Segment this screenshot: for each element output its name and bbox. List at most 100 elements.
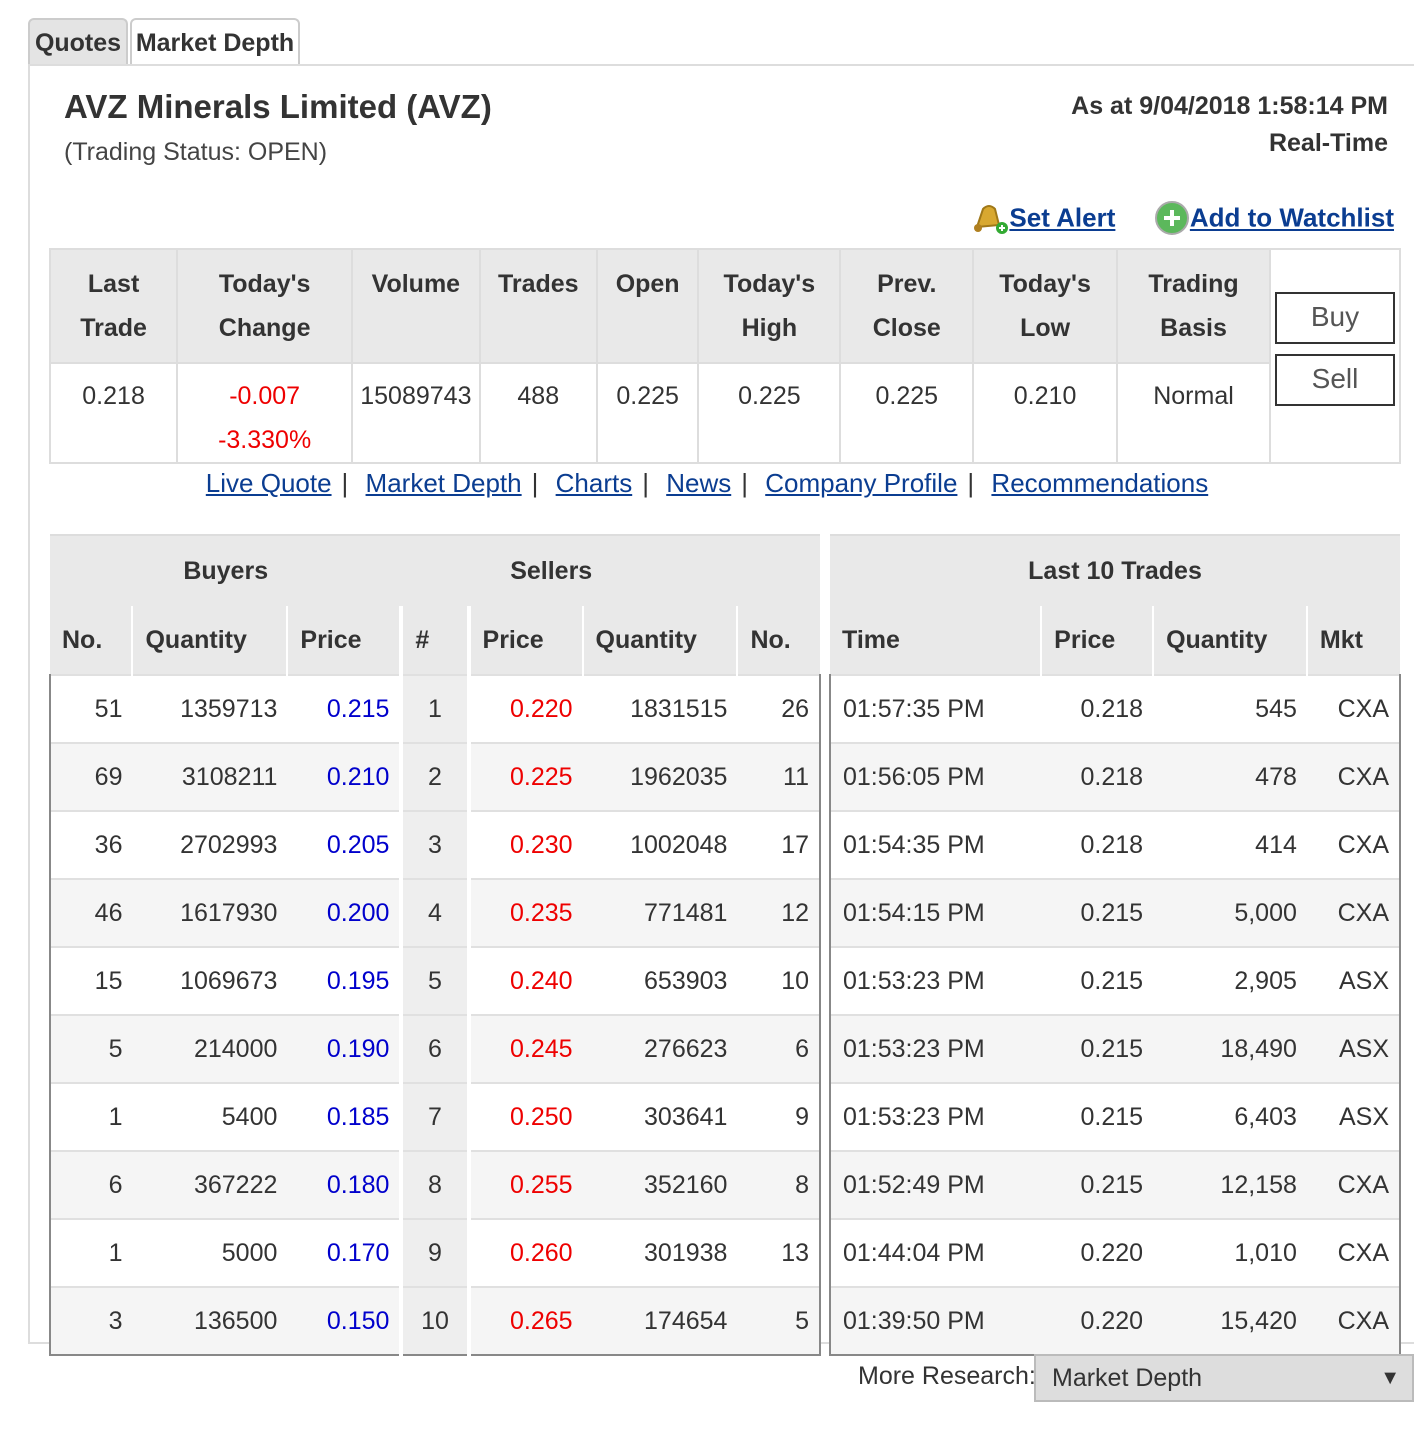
quote-value-row: 0.218 -0.007 -3.330% 15089743 488 0.225 0… xyxy=(48,362,1400,464)
set-alert-link[interactable]: Set Alert xyxy=(1009,203,1115,233)
trade-time: 01:44:04 PM xyxy=(828,1218,1042,1287)
trade-market: CXA xyxy=(1306,1286,1402,1356)
col-todays-low: Today's Low xyxy=(972,248,1119,364)
buyers-quantity-header: Quantity xyxy=(132,606,289,675)
recommendations-link[interactable]: Recommendations xyxy=(991,468,1208,498)
depth-level: 2 xyxy=(399,742,471,811)
seller-count: 13 xyxy=(737,1218,821,1287)
buyer-count: 46 xyxy=(48,878,133,947)
trade-quantity: 1,010 xyxy=(1153,1218,1307,1287)
trade-time: 01:56:05 PM xyxy=(828,742,1042,811)
col-todays-change: Today's Change xyxy=(176,248,354,364)
sellers-quantity-header: Quantity xyxy=(582,606,739,675)
trade-market: ASX xyxy=(1306,1082,1402,1151)
trade-time: 01:54:35 PM xyxy=(828,810,1042,879)
buyer-quantity: 3108211 xyxy=(132,742,288,811)
depth-level: 9 xyxy=(399,1218,471,1287)
trade-quantity: 414 xyxy=(1153,810,1307,879)
buyer-quantity: 5000 xyxy=(132,1218,288,1287)
add-to-watchlist-link[interactable]: Add to Watchlist xyxy=(1190,203,1394,233)
buyer-price: 0.215 xyxy=(287,674,402,743)
seller-quantity: 276623 xyxy=(582,1014,738,1083)
trade-price: 0.218 xyxy=(1041,810,1154,879)
as-at-datetime: As at 9/04/2018 1:58:14 PM xyxy=(1071,92,1388,120)
seller-count: 9 xyxy=(737,1082,821,1151)
trade-price: 0.220 xyxy=(1041,1218,1154,1287)
trade-time: 01:54:15 PM xyxy=(828,878,1042,947)
seller-quantity: 303641 xyxy=(582,1082,738,1151)
seller-quantity: 1962035 xyxy=(582,742,738,811)
seller-quantity: 1831515 xyxy=(582,674,738,743)
seller-quantity: 352160 xyxy=(582,1150,738,1219)
buyer-price: 0.150 xyxy=(287,1286,402,1356)
last-trade-value: 0.218 xyxy=(48,362,179,464)
market-depth-link[interactable]: Market Depth xyxy=(366,468,522,498)
trade-price: 0.215 xyxy=(1041,1014,1154,1083)
tab-quotes[interactable]: Quotes xyxy=(28,18,128,66)
trade-market: CXA xyxy=(1306,1218,1402,1287)
trade-time-header: Time xyxy=(830,606,1043,675)
news-link[interactable]: News xyxy=(666,468,731,498)
depth-level: 10 xyxy=(399,1286,471,1356)
buyer-price: 0.190 xyxy=(287,1014,402,1083)
trade-quantity: 2,905 xyxy=(1153,946,1307,1015)
trade-row: 01:56:05 PM 0.218 478 CXA xyxy=(828,742,1402,811)
level-header: # xyxy=(401,606,471,675)
trade-quantity: 12,158 xyxy=(1153,1150,1307,1219)
trade-price: 0.218 xyxy=(1041,674,1154,743)
buyer-quantity: 367222 xyxy=(132,1150,288,1219)
more-research-select[interactable]: Market Depth ▼ xyxy=(1034,1354,1414,1402)
depth-level: 5 xyxy=(399,946,471,1015)
depth-row: 69 3108211 0.210 2 0.225 1962035 11 xyxy=(48,742,821,811)
depth-level: 1 xyxy=(399,674,471,743)
trade-market: CXA xyxy=(1306,674,1402,743)
live-quote-link[interactable]: Live Quote xyxy=(206,468,332,498)
add-circle-icon[interactable] xyxy=(1154,200,1190,236)
tab-market-depth[interactable]: Market Depth xyxy=(130,18,300,66)
trading-basis-value: Normal xyxy=(1116,362,1271,464)
trade-price: 0.218 xyxy=(1041,742,1154,811)
seller-count: 10 xyxy=(737,946,821,1015)
depth-level: 7 xyxy=(399,1082,471,1151)
high-value: 0.225 xyxy=(697,362,842,464)
trade-row: 01:54:35 PM 0.218 414 CXA xyxy=(828,810,1402,879)
depth-row: 46 1617930 0.200 4 0.235 771481 12 xyxy=(48,878,821,947)
buyer-quantity: 1069673 xyxy=(132,946,288,1015)
col-todays-high: Today's High xyxy=(697,248,842,364)
bell-icon[interactable] xyxy=(969,201,1009,235)
trade-time: 01:53:23 PM xyxy=(828,1014,1042,1083)
buyer-count: 5 xyxy=(48,1014,133,1083)
col-volume: Volume xyxy=(351,248,481,364)
company-title: AVZ Minerals Limited (AVZ) xyxy=(64,88,492,125)
quote-summary-table: Last Trade Today's Change Volume Trades Op… xyxy=(48,248,1401,464)
company-profile-link[interactable]: Company Profile xyxy=(765,468,957,498)
buyer-quantity: 1617930 xyxy=(132,878,288,947)
sell-button[interactable]: Sell xyxy=(1275,354,1395,406)
depth-row: 6 367222 0.180 8 0.255 352160 8 xyxy=(48,1150,821,1219)
trade-time: 01:39:50 PM xyxy=(828,1286,1042,1356)
buyer-quantity: 214000 xyxy=(132,1014,288,1083)
buy-button[interactable]: Buy xyxy=(1275,292,1395,344)
buyer-count: 51 xyxy=(48,674,133,743)
buyer-price: 0.200 xyxy=(287,878,402,947)
buyer-count: 15 xyxy=(48,946,133,1015)
seller-quantity: 771481 xyxy=(582,878,738,947)
quote-actions: Set Alert Add to Watchlist xyxy=(969,200,1394,236)
seller-price: 0.225 xyxy=(467,742,583,811)
trade-row: 01:54:15 PM 0.215 5,000 CXA xyxy=(828,878,1402,947)
seller-count: 6 xyxy=(737,1014,821,1083)
depth-row: 3 136500 0.150 10 0.265 174654 5 xyxy=(48,1286,821,1356)
quote-header-row: Last Trade Today's Change Volume Trades Op… xyxy=(48,248,1401,464)
seller-price: 0.220 xyxy=(467,674,583,743)
charts-link[interactable]: Charts xyxy=(556,468,633,498)
trade-buttons: Buy Sell xyxy=(1269,248,1401,464)
trade-price: 0.215 xyxy=(1041,1150,1154,1219)
seller-price: 0.245 xyxy=(467,1014,583,1083)
trade-time: 01:53:23 PM xyxy=(828,1082,1042,1151)
seller-quantity: 301938 xyxy=(582,1218,738,1287)
buyer-quantity: 5400 xyxy=(132,1082,288,1151)
depth-row: 1 5400 0.185 7 0.250 303641 9 xyxy=(48,1082,821,1151)
trade-quantity: 478 xyxy=(1153,742,1307,811)
trades-value: 488 xyxy=(478,362,598,464)
trade-time: 01:52:49 PM xyxy=(828,1150,1042,1219)
